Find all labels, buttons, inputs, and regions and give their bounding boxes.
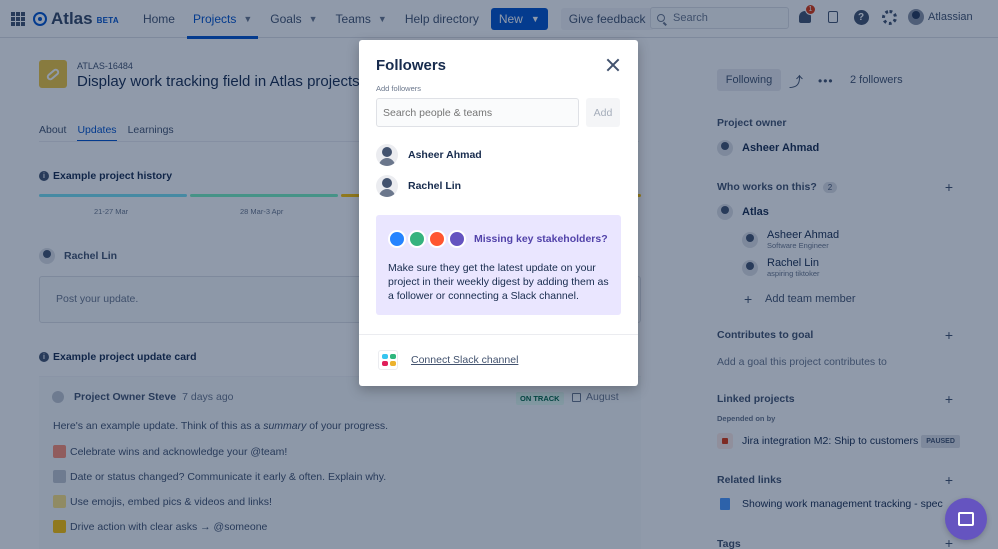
avatar	[408, 230, 426, 248]
connect-slack-link[interactable]: Connect Slack channel	[411, 354, 518, 366]
chat-icon	[958, 512, 974, 526]
avatar	[428, 230, 446, 248]
followers-modal: Followers Add followers Add Asheer Ahmad…	[359, 40, 638, 386]
add-button[interactable]: Add	[586, 98, 620, 127]
avatar	[448, 230, 466, 248]
modal-title: Followers	[376, 57, 447, 74]
avatar	[376, 175, 398, 197]
help-chat-button[interactable]	[945, 498, 987, 540]
stakeholders-callout: Missing key stakeholders? Make sure they…	[376, 215, 621, 315]
add-followers-input[interactable]	[376, 98, 579, 127]
avatar	[376, 144, 398, 166]
stakeholders-title: Missing key stakeholders?	[474, 233, 608, 245]
avatar	[388, 230, 406, 248]
slack-icon	[378, 350, 398, 370]
follower-row[interactable]: Rachel Lin	[376, 175, 461, 197]
stakeholders-text: Make sure they get the latest update on …	[388, 262, 609, 302]
modal-divider	[359, 334, 638, 335]
stakeholder-avatars	[388, 230, 468, 248]
add-followers-label: Add followers	[376, 84, 422, 93]
follower-name: Asheer Ahmad	[408, 149, 482, 161]
follower-name: Rachel Lin	[408, 180, 462, 192]
close-icon[interactable]	[606, 58, 620, 72]
follower-row[interactable]: Asheer Ahmad	[376, 144, 482, 166]
